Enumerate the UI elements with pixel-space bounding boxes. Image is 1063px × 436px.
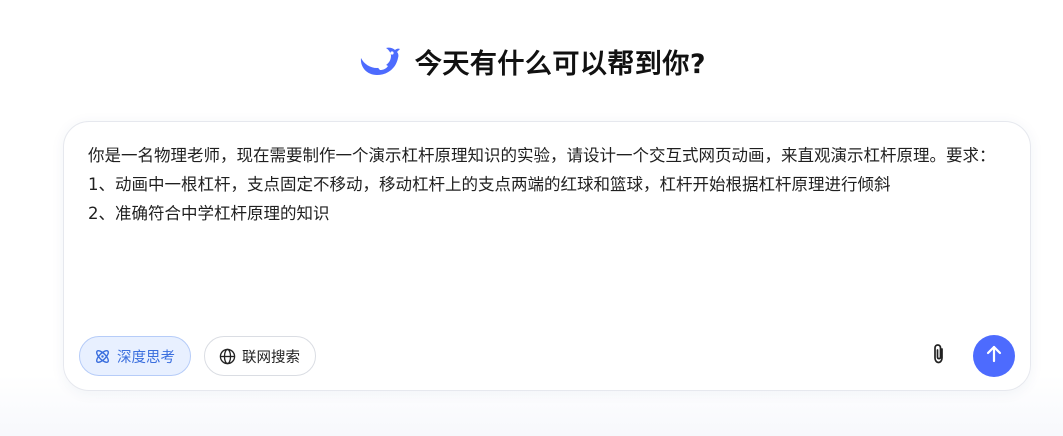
web-search-label: 联网搜索: [242, 349, 300, 366]
globe-icon: [219, 348, 236, 365]
atom-icon: [94, 348, 111, 365]
composer-toolbar: 深度思考 联网搜索: [79, 335, 1015, 377]
paperclip-icon: [929, 343, 949, 369]
header: 今天有什么可以帮到你?: [0, 36, 1063, 86]
page: 今天有什么可以帮到你? 你是一名物理老师，现在需要制作一个演示杠杆原理知识的实验…: [0, 0, 1063, 436]
arrow-up-icon: [985, 344, 1003, 368]
deepseek-whale-icon: [357, 42, 403, 80]
web-search-button[interactable]: 联网搜索: [204, 336, 316, 376]
attach-button[interactable]: [921, 338, 957, 374]
page-title: 今天有什么可以帮到你?: [414, 48, 707, 80]
send-button[interactable]: [973, 335, 1015, 377]
prompt-input[interactable]: 你是一名物理老师，现在需要制作一个演示杠杆原理知识的实验，请设计一个交互式网页动…: [88, 141, 1018, 291]
chat-composer: 你是一名物理老师，现在需要制作一个演示杠杆原理知识的实验，请设计一个交互式网页动…: [63, 121, 1031, 391]
deep-think-label: 深度思考: [117, 349, 175, 366]
deep-think-button[interactable]: 深度思考: [79, 336, 191, 376]
